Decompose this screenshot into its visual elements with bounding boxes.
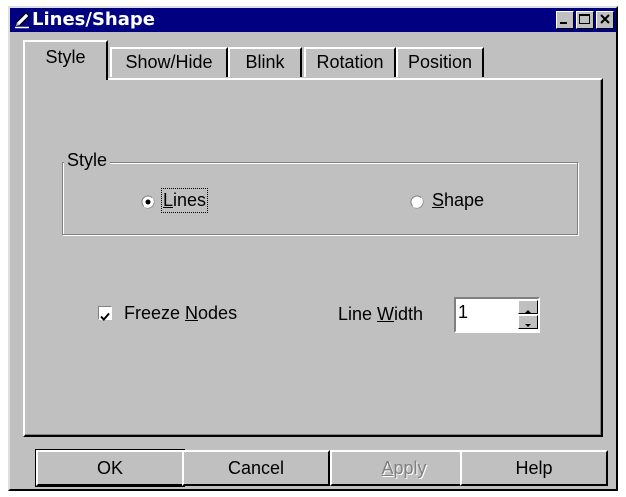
tab-style[interactable]: Style — [23, 40, 108, 80]
radio-shape[interactable] — [410, 193, 424, 209]
radio-lines[interactable] — [141, 193, 155, 209]
spin-down-arrow-icon — [525, 324, 531, 327]
checkmark-icon — [100, 312, 110, 321]
freeze-nodes-label[interactable]: Freeze Nodes — [124, 303, 237, 324]
line-width-spin-up[interactable] — [518, 300, 538, 314]
radio-shape-label[interactable]: Shape — [432, 190, 484, 211]
radio-lines-label-rest: ines — [173, 190, 207, 210]
window-title: Lines/Shape — [32, 9, 155, 30]
help-button[interactable]: Help — [460, 450, 608, 486]
freeze-nodes-label-rest: odes — [198, 303, 238, 323]
ok-button[interactable]: OK — [35, 449, 185, 487]
freeze-nodes-label-pre: Freeze — [124, 303, 186, 323]
minimize-button[interactable] — [556, 11, 574, 29]
tab-rotation-label: Rotation — [316, 52, 384, 72]
tab-position-label: Position — [407, 52, 473, 72]
pencil-icon — [13, 11, 31, 29]
apply-button-mnemonic: A — [381, 458, 394, 478]
line-width-value: 1 — [458, 302, 469, 322]
tab-position[interactable]: Position — [396, 47, 484, 77]
line-width-label: Line Width — [338, 304, 423, 325]
apply-button[interactable]: Apply — [330, 450, 478, 486]
ok-button-label: OK — [96, 458, 123, 478]
tab-style-label: Style — [45, 47, 86, 67]
tab-show-hide[interactable]: Show/Hide — [110, 47, 228, 77]
cancel-button[interactable]: Cancel — [182, 450, 330, 486]
style-group-label: Style — [64, 150, 111, 171]
tab-blink-label: Blink — [245, 52, 285, 72]
help-button-label: Help — [515, 458, 553, 478]
radio-shape-label-rest: hape — [444, 190, 485, 210]
line-width-label-rest: idth — [394, 304, 424, 324]
freeze-nodes-checkbox[interactable] — [98, 306, 112, 321]
radio-lines-label[interactable]: Lines — [160, 188, 209, 213]
radio-shape-mnemonic: S — [432, 190, 445, 210]
line-width-mnemonic: W — [377, 304, 395, 324]
title-bar[interactable]: Lines/Shape — [10, 8, 616, 32]
freeze-nodes-mnemonic: N — [185, 303, 199, 323]
apply-button-label-rest: pply — [393, 458, 427, 478]
maximize-button[interactable] — [576, 11, 594, 29]
radio-lines-mnemonic: L — [163, 190, 174, 210]
tab-blink[interactable]: Blink — [228, 47, 302, 77]
line-width-spin-down[interactable] — [518, 315, 538, 329]
close-button[interactable] — [596, 11, 614, 29]
tab-show-hide-label: Show/Hide — [125, 52, 213, 72]
tab-rotation[interactable]: Rotation — [304, 47, 396, 77]
tab-panel-style — [23, 78, 603, 437]
style-groupbox — [62, 162, 578, 235]
line-width-label-pre: Line — [338, 304, 378, 324]
cancel-button-label: Cancel — [227, 458, 285, 478]
